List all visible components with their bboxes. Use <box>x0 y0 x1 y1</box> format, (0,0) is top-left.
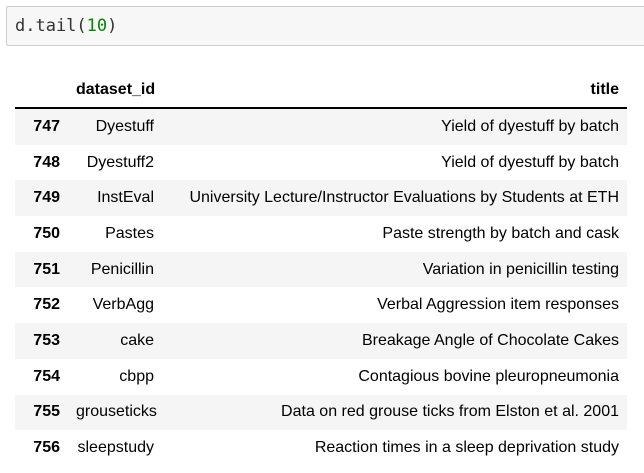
cell-title: Yield of dyestuff by batch <box>441 153 619 171</box>
row-index: 747 <box>33 117 60 135</box>
cell-title: Variation in penicillin testing <box>422 260 619 278</box>
cell-title: University Lecture/Instructor Evaluation… <box>189 189 619 207</box>
cell-title: Yield of dyestuff by batch <box>441 117 619 135</box>
column-header-dataset-id: dataset_id <box>68 72 162 109</box>
cell-title: Data on red grouse ticks from Elston et … <box>281 403 619 421</box>
table-row: 755 grouseticks Data on red grouse ticks f… <box>15 394 627 431</box>
table-row: 749 InstEval University Lecture/Instructor… <box>15 180 627 217</box>
cell-dataset-id: Penicillin <box>90 260 154 278</box>
cell-title: Breakage Angle of Chocolate Cakes <box>361 331 619 349</box>
row-index: 748 <box>33 153 60 171</box>
table-row: 748 Dyestuff2 Yield of dyestuff by batch <box>15 145 627 181</box>
cell-title: Contagious bovine pleuropneumonia <box>358 367 619 385</box>
dataframe-table: dataset_id title 747 Dyestuff Yield of dye… <box>15 72 627 466</box>
row-index: 756 <box>33 439 60 457</box>
code-cell-input[interactable]: d.tail(10) <box>6 6 644 46</box>
table-body: 747 Dyestuff Yield of dyestuff by batch 748… <box>15 108 627 466</box>
cell-dataset-id: VerbAgg <box>92 296 154 314</box>
row-index: 755 <box>33 403 60 421</box>
row-index: 753 <box>33 331 60 349</box>
cell-title: Paste strength by batch and cask <box>382 224 619 242</box>
code-text: d.tail( <box>15 16 87 36</box>
cell-dataset-id: grouseticks <box>76 403 157 421</box>
row-index: 750 <box>33 224 60 242</box>
table-row: 756 sleepstudy Reaction times in a sleep d… <box>15 430 627 466</box>
table-header: dataset_id title <box>15 72 627 109</box>
cell-output: dataset_id title 747 Dyestuff Yield of dye… <box>15 72 627 466</box>
code-line: d.tail(10) <box>15 15 117 37</box>
cell-dataset-id: InstEval <box>97 189 154 207</box>
header-row: dataset_id title <box>15 72 627 109</box>
row-index: 752 <box>33 296 60 314</box>
cell-dataset-id: sleepstudy <box>77 439 155 457</box>
table-row: 752 VerbAgg Verbal Aggression item respons… <box>15 287 627 323</box>
row-index: 751 <box>33 260 60 278</box>
cell-dataset-id: cbpp <box>119 367 154 385</box>
code-text-close: ) <box>107 16 118 36</box>
table-row: 747 Dyestuff Yield of dyestuff by batch <box>15 108 627 145</box>
cell-title: Verbal Aggression item responses <box>377 296 619 314</box>
column-header-index <box>15 72 68 109</box>
table-row: 750 Pastes Paste strength by batch and cas… <box>15 216 627 252</box>
cell-dataset-id: Dyestuff2 <box>86 153 154 171</box>
row-index: 749 <box>33 189 60 207</box>
table-row: 753 cake Breakage Angle of Chocolate Cakes <box>15 323 627 359</box>
cell-dataset-id: Dyestuff <box>95 117 154 135</box>
cell-title: Reaction times in a sleep deprivation st… <box>314 439 619 457</box>
table-row: 754 cbpp Contagious bovine pleuropneumonia <box>15 359 627 395</box>
table-row: 751 Penicillin Variation in penicillin tes… <box>15 251 627 288</box>
column-header-title: title <box>162 72 627 109</box>
cell-dataset-id: cake <box>120 331 154 349</box>
row-index: 754 <box>33 367 60 385</box>
cell-dataset-id: Pastes <box>105 224 154 242</box>
code-number-literal: 10 <box>86 16 108 36</box>
